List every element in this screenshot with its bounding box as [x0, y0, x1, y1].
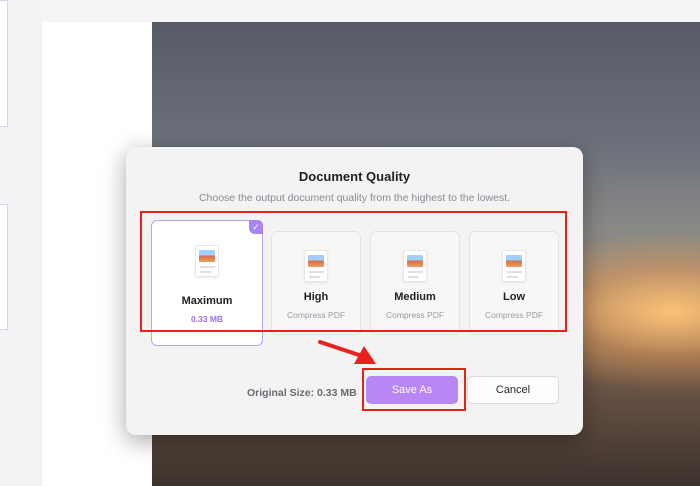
annotation-highlight-options	[140, 211, 567, 332]
dialog-title: Document Quality	[298, 169, 411, 184]
original-size-label: Original Size: 0.33 MB	[247, 387, 357, 399]
dialog-subtitle: Choose the output document quality from …	[198, 192, 511, 204]
left-rail	[0, 0, 42, 486]
thumbnail-card[interactable]	[0, 0, 8, 127]
thumbnail-card[interactable]	[0, 204, 8, 330]
annotation-arrow-icon	[318, 340, 376, 364]
top-toolbar	[152, 0, 700, 22]
cancel-button[interactable]: Cancel	[467, 376, 559, 404]
annotation-highlight-save	[362, 368, 466, 411]
